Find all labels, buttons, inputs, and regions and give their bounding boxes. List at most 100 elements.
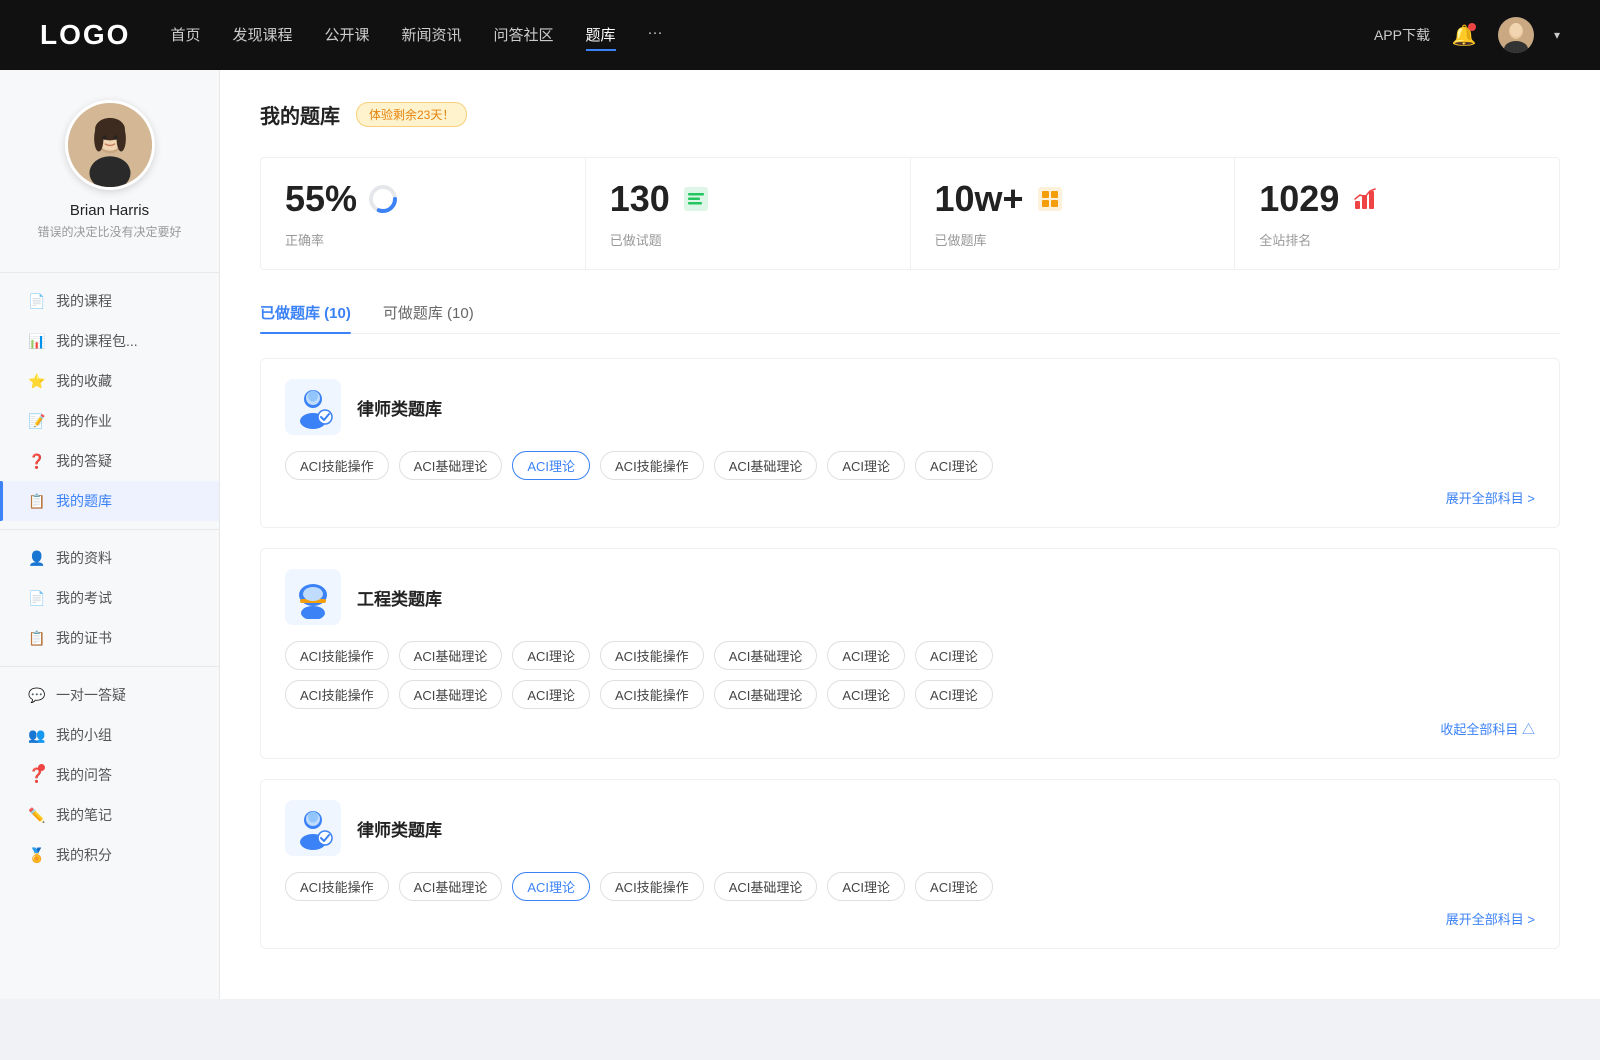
- sidebar-item-favorites[interactable]: ⭐ 我的收藏: [0, 361, 219, 401]
- bank-tag[interactable]: ACI理论: [827, 680, 905, 709]
- sidebar-item-notes[interactable]: ✏️ 我的笔记: [0, 795, 219, 835]
- sidebar-item-exam[interactable]: 📄 我的考试: [0, 578, 219, 618]
- banks-icon: [1034, 183, 1066, 215]
- notification-bell[interactable]: 🔔: [1450, 21, 1478, 49]
- bank-expand-1[interactable]: 展开全部科目 >: [285, 488, 1535, 507]
- nav-link-discover[interactable]: 发现课程: [232, 20, 292, 51]
- trial-badge: 体验剩余23天！: [356, 102, 467, 127]
- bank-tag[interactable]: ACI基础理论: [714, 641, 818, 670]
- bank-tag[interactable]: ACI理论: [915, 451, 993, 480]
- nav-link-more[interactable]: ···: [648, 20, 663, 51]
- bank-section-2: 工程类题库 ACI技能操作 ACI基础理论 ACI理论 ACI技能操作 ACI基…: [260, 548, 1560, 759]
- stat-value-row: 1029: [1259, 178, 1535, 220]
- sidebar-item-my-qa[interactable]: ❓ 我的问答: [0, 755, 219, 795]
- nav-link-open[interactable]: 公开课: [324, 20, 369, 51]
- bank-tag[interactable]: ACI技能操作: [285, 451, 389, 480]
- bank-expand-3[interactable]: 展开全部科目 >: [285, 909, 1535, 928]
- bank-tag[interactable]: ACI理论: [827, 872, 905, 901]
- sidebar-menu: 📄 我的课程 📊 我的课程包... ⭐ 我的收藏 📝 我的作业 ❓ 我的答疑 📋: [0, 281, 219, 875]
- bank-tag[interactable]: ACI技能操作: [600, 872, 704, 901]
- bank-tag[interactable]: ACI基础理论: [399, 641, 503, 670]
- bank-tag[interactable]: ACI基础理论: [399, 872, 503, 901]
- sidebar-item-label: 我的题库: [56, 491, 112, 511]
- bank-section-3: 律师类题库 ACI技能操作 ACI基础理论 ACI理论 ACI技能操作 ACI基…: [260, 779, 1560, 949]
- sidebar-item-group[interactable]: 👥 我的小组: [0, 715, 219, 755]
- stat-done-banks-label: 已做题库: [935, 230, 1211, 249]
- bank-tag[interactable]: ACI技能操作: [600, 451, 704, 480]
- sidebar-item-label: 我的证书: [56, 628, 112, 648]
- bank-header-1: 律师类题库: [285, 379, 1535, 435]
- sidebar-item-course-pack[interactable]: 📊 我的课程包...: [0, 321, 219, 361]
- bank-icon-lawyer-3: [285, 800, 341, 856]
- page-layout: Brian Harris 错误的决定比没有决定要好 📄 我的课程 📊 我的课程包…: [0, 70, 1600, 999]
- bank-tags-row2: ACI技能操作 ACI基础理论 ACI理论 ACI技能操作 ACI基础理论 AC…: [285, 680, 1535, 709]
- nav-link-quiz[interactable]: 题库: [586, 20, 616, 51]
- stats-row: 55% 正确率 130: [260, 157, 1560, 270]
- bank-tag[interactable]: ACI理论: [827, 641, 905, 670]
- tabs-bar: 已做题库 (10) 可做题库 (10): [260, 302, 1560, 334]
- qa-notification-dot: [38, 764, 45, 771]
- bank-tag[interactable]: ACI基础理论: [399, 680, 503, 709]
- sidebar-item-label: 我的积分: [56, 845, 112, 865]
- bank-tag[interactable]: ACI基础理论: [714, 680, 818, 709]
- stat-ranking: 1029 全站排名: [1235, 158, 1559, 269]
- nav-logo[interactable]: LOGO: [40, 19, 130, 51]
- nav-link-home[interactable]: 首页: [170, 20, 200, 51]
- sidebar-item-label: 我的收藏: [56, 371, 112, 391]
- stat-done-banks-value: 10w+: [935, 178, 1024, 220]
- sidebar-item-qa[interactable]: ❓ 我的答疑: [0, 441, 219, 481]
- user-avatar[interactable]: [1498, 17, 1534, 53]
- sidebar-item-tutor[interactable]: 💬 一对一答疑: [0, 675, 219, 715]
- engineer-icon: [291, 575, 335, 619]
- bank-tag[interactable]: ACI理论: [915, 872, 993, 901]
- bank-tag[interactable]: ACI理论: [915, 680, 993, 709]
- bar-chart-icon: [1351, 185, 1379, 213]
- sidebar-item-profile[interactable]: 👤 我的资料: [0, 538, 219, 578]
- bank-tag[interactable]: ACI技能操作: [285, 680, 389, 709]
- bank-tags-1: ACI技能操作 ACI基础理论 ACI理论 ACI技能操作 ACI基础理论 AC…: [285, 451, 1535, 480]
- bank-tag[interactable]: ACI理论: [512, 680, 590, 709]
- bank-tag[interactable]: ACI技能操作: [600, 641, 704, 670]
- bank-tag[interactable]: ACI理论: [827, 451, 905, 480]
- points-icon: 🏅: [28, 846, 46, 864]
- nav-right: APP下载 🔔 ▾: [1374, 17, 1560, 53]
- tab-done-banks[interactable]: 已做题库 (10): [260, 302, 351, 333]
- nav-links: 首页 发现课程 公开课 新闻资讯 问答社区 题库 ···: [170, 20, 1334, 51]
- tab-available-banks[interactable]: 可做题库 (10): [383, 302, 474, 333]
- group-icon: 👥: [28, 726, 46, 744]
- stat-accuracy-label: 正确率: [285, 230, 561, 249]
- stat-ranking-value: 1029: [1259, 178, 1339, 220]
- bank-collapse-2[interactable]: 收起全部科目 △: [285, 719, 1535, 738]
- bank-tag[interactable]: ACI技能操作: [285, 641, 389, 670]
- bank-tag[interactable]: ACI基础理论: [714, 872, 818, 901]
- sidebar-item-homework[interactable]: 📝 我的作业: [0, 401, 219, 441]
- bank-tag-active[interactable]: ACI理论: [512, 872, 590, 901]
- bank-tag[interactable]: ACI技能操作: [600, 680, 704, 709]
- sidebar-divider: [0, 272, 219, 273]
- stat-ranking-label: 全站排名: [1259, 230, 1535, 249]
- app-download-button[interactable]: APP下载: [1374, 25, 1430, 45]
- avatar-image: [1498, 17, 1534, 53]
- sidebar-item-label: 我的问答: [56, 765, 112, 785]
- sidebar-item-certificate[interactable]: 📋 我的证书: [0, 618, 219, 658]
- sidebar-item-my-courses[interactable]: 📄 我的课程: [0, 281, 219, 321]
- user-chevron-icon[interactable]: ▾: [1554, 28, 1560, 42]
- bank-tag[interactable]: ACI技能操作: [285, 872, 389, 901]
- favorites-icon: ⭐: [28, 372, 46, 390]
- bank-tag-active[interactable]: ACI理论: [512, 451, 590, 480]
- nav-link-qa[interactable]: 问答社区: [494, 20, 554, 51]
- stat-value-row: 130: [610, 178, 886, 220]
- bank-tag[interactable]: ACI理论: [915, 641, 993, 670]
- profile-icon: 👤: [28, 549, 46, 567]
- notification-dot: [1468, 23, 1476, 31]
- sidebar-item-label: 我的作业: [56, 411, 112, 431]
- bank-tag[interactable]: ACI理论: [512, 641, 590, 670]
- sidebar-item-question-bank[interactable]: 📋 我的题库: [0, 481, 219, 521]
- bank-tag[interactable]: ACI基础理论: [714, 451, 818, 480]
- bank-tag[interactable]: ACI基础理论: [399, 451, 503, 480]
- stat-accuracy-value: 55%: [285, 178, 357, 220]
- sidebar-item-points[interactable]: 🏅 我的积分: [0, 835, 219, 875]
- nav-link-news[interactable]: 新闻资讯: [402, 20, 462, 51]
- navbar: LOGO 首页 发现课程 公开课 新闻资讯 问答社区 题库 ··· APP下载 …: [0, 0, 1600, 70]
- notes-icon: ✏️: [28, 806, 46, 824]
